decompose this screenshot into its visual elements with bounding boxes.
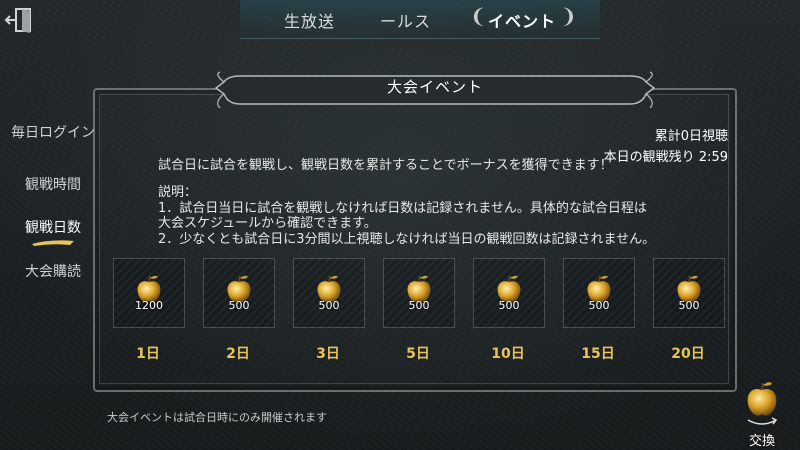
reward-amount: 500 — [678, 299, 700, 312]
event-screen: 生放送 ールス ❨ イベント ❩ 毎日ログイン 観戦時間 観戦日数 大会購読 大… — [0, 0, 800, 450]
reward-card: 500 — [473, 258, 545, 328]
rule-1-line-1: 1．試合日当日に試合を観戦しなければ日数は記録されません。具体的な試合日程は — [158, 201, 647, 216]
sidebar-item-watch-days[interactable]: 観戦日数 — [10, 219, 96, 237]
rule-2: 2．少なくとも試合日に3分間以上視聴しなければ当日の観戦回数は記録されません。 — [158, 232, 656, 247]
exit-door-icon — [4, 8, 31, 33]
exchange-label: 交換 — [748, 434, 775, 449]
sidebar-item-tournament-subscribe[interactable]: 大会購読 — [10, 263, 96, 281]
reward-amount: 500 — [408, 299, 430, 312]
intro-text: 試合日に試合を観戦し、観戦日数を累計することでボーナスを獲得できます！ — [158, 158, 613, 173]
reward-card: 1200 — [113, 258, 185, 328]
exit-button[interactable] — [4, 5, 36, 35]
tab-rules[interactable]: ールス — [380, 8, 431, 32]
footer-note: 大会イベントは試合日時にのみ開催されます — [107, 411, 327, 424]
rule-1-line-2: 大会スケジュールから確認できます。 — [158, 216, 377, 231]
reward-day-label: 20日 — [671, 346, 705, 362]
remaining-watch-time: 本日の観戦残り 2:59 — [603, 150, 728, 165]
laurel-right-icon: ❩ — [560, 4, 577, 28]
reward-day-label: 1日 — [136, 346, 160, 362]
reward-amount: 500 — [318, 299, 340, 312]
total-days-watched: 累計0日視聴 — [654, 129, 728, 144]
selected-brush-mark — [32, 240, 74, 246]
reward-day-label: 5日 — [406, 346, 430, 362]
reward-card: 500 — [383, 258, 455, 328]
reward-day-label: 10日 — [491, 346, 525, 362]
reward-day-label: 15日 — [581, 346, 615, 362]
tab-live[interactable]: 生放送 — [284, 8, 335, 32]
sidebar-item-daily-login[interactable]: 毎日ログイン — [10, 124, 96, 142]
reward-day-label: 3日 — [316, 346, 340, 362]
tab-event[interactable]: イベント — [488, 8, 556, 32]
top-nav: 生放送 ールス ❨ イベント ❩ — [0, 0, 800, 40]
exchange-button[interactable]: 交換 — [742, 378, 782, 449]
reward-day-label: 2日 — [226, 346, 250, 362]
reward-amount: 500 — [588, 299, 610, 312]
reward-amount: 1200 — [135, 299, 163, 312]
laurel-left-icon: ❨ — [470, 4, 487, 28]
reward-amount: 500 — [228, 299, 250, 312]
reward-amount: 500 — [498, 299, 520, 312]
sidebar-item-watch-time[interactable]: 観戦時間 — [10, 176, 96, 194]
panel-title: 大会イベント — [386, 78, 483, 96]
reward-card: 500 — [563, 258, 635, 328]
reward-card: 500 — [653, 258, 725, 328]
explanation-heading: 説明： — [158, 185, 198, 200]
golden-apple-exchange-icon — [747, 382, 778, 425]
reward-card: 500 — [293, 258, 365, 328]
reward-card: 500 — [203, 258, 275, 328]
